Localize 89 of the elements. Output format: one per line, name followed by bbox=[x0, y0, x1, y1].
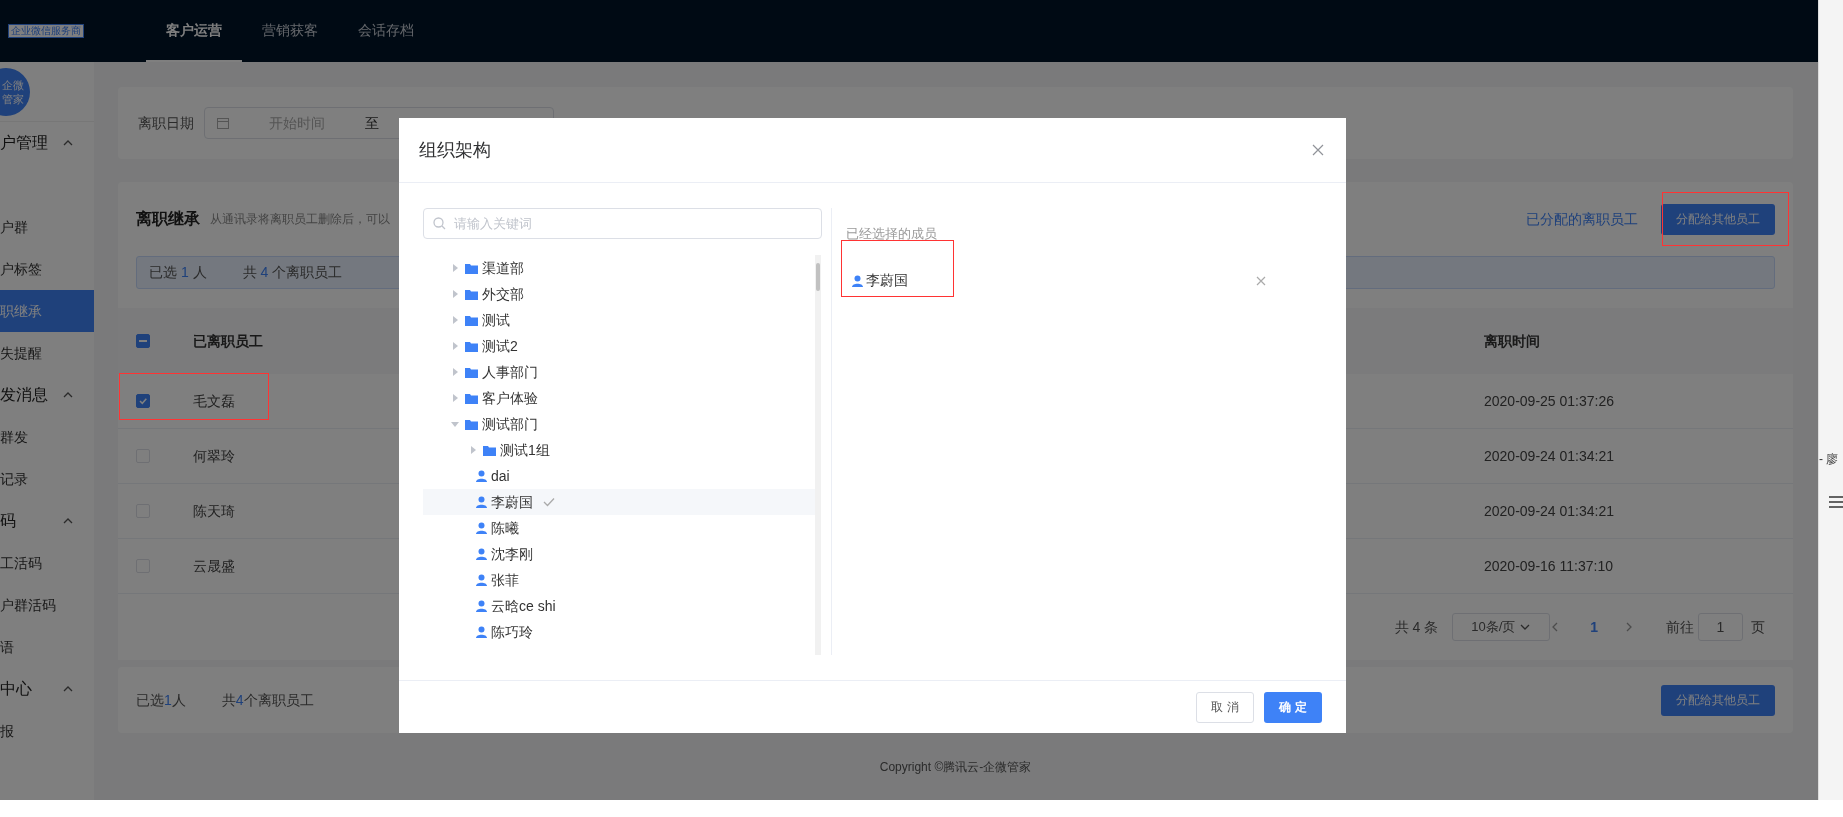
cancel-button[interactable]: 取 消 bbox=[1196, 691, 1254, 723]
group-label: 户管理 bbox=[0, 133, 48, 153]
tree-item[interactable]: 沈李刚 bbox=[423, 541, 815, 567]
tree-item-label: dai bbox=[491, 466, 510, 486]
logo-badge: 企业微信服务商 bbox=[8, 24, 84, 38]
tree-item-label: 测试 bbox=[482, 310, 510, 330]
tree-item[interactable]: 测试部门 bbox=[423, 411, 815, 437]
table-cell-text: 2020-09-24 01:34:21 bbox=[1484, 446, 1614, 466]
table-cell: 陈天琦 bbox=[193, 502, 235, 519]
tree-item[interactable]: 测试2 bbox=[423, 333, 815, 359]
tree-item[interactable]: 人事部门 bbox=[423, 359, 815, 385]
group-label: 中心 bbox=[0, 679, 32, 699]
nav-tab[interactable]: 营销获客 bbox=[242, 0, 338, 62]
selected-count-text: 已选 1 人 bbox=[149, 263, 207, 282]
page-size-value: 10条/页 bbox=[1471, 618, 1516, 637]
tree-item[interactable]: 测试1组 bbox=[423, 437, 815, 463]
filter-label: 离职日期 bbox=[138, 113, 194, 133]
table-cell: 何翠玲 bbox=[193, 447, 235, 464]
sidebar-item[interactable]: 报 bbox=[0, 710, 94, 752]
range-separator: 至 bbox=[365, 113, 379, 133]
side-window-text: - 廖 bbox=[1819, 451, 1840, 468]
table-cell: 毛文磊 bbox=[193, 392, 235, 409]
tree-item-label: 渠道部 bbox=[482, 258, 524, 278]
tree-item[interactable]: 渠道部 bbox=[423, 255, 815, 281]
tree-item-label: 云晗ce shi bbox=[491, 596, 556, 616]
page-number[interactable]: 1 bbox=[1590, 616, 1598, 638]
assign-button[interactable]: 分配给其他员工 bbox=[1661, 203, 1775, 235]
goto-label: 前往 bbox=[1666, 617, 1694, 637]
sidebar-item[interactable]: 户标签 bbox=[0, 248, 94, 290]
tree-item[interactable]: 陈曦 bbox=[423, 515, 815, 541]
confirm-button[interactable]: 确 定 bbox=[1264, 691, 1322, 723]
section-title: 离职继承 bbox=[136, 209, 200, 229]
nav-tab[interactable]: 会话存档 bbox=[338, 0, 434, 62]
selected-heading: 已经选择的成员 bbox=[846, 225, 938, 243]
assign-button[interactable]: 分配给其他员工 bbox=[1661, 684, 1775, 716]
sidebar-item[interactable]: 职继承 bbox=[0, 290, 94, 332]
tree-item-label: 客户体验 bbox=[482, 388, 538, 408]
selected-count-text: 已选1人 bbox=[136, 690, 186, 710]
table-cell-text: 2020-09-24 01:34:21 bbox=[1484, 501, 1614, 521]
group-label: 发消息 bbox=[0, 385, 48, 405]
copyright-text: Copyright ©腾讯云-企微管家 bbox=[879, 758, 1032, 776]
sidebar-group[interactable]: 户管理 bbox=[0, 122, 94, 164]
sidebar-item[interactable]: 失提醒 bbox=[0, 332, 94, 374]
sidebar-item[interactable]: 群发 bbox=[0, 416, 94, 458]
assigned-link[interactable]: 已分配的离职员工 bbox=[1526, 208, 1638, 230]
sidebar-item[interactable]: 记录 bbox=[0, 458, 94, 500]
tree-item-label: 测试2 bbox=[482, 336, 518, 356]
total-text: 共 4 条 bbox=[1394, 617, 1439, 637]
total-count-text: 共 4 个离职员工 bbox=[242, 263, 343, 282]
sidebar-item[interactable]: 工活码 bbox=[0, 542, 94, 584]
sidebar-group[interactable]: 发消息 bbox=[0, 374, 94, 416]
tree-item-label: 李蔚国 bbox=[491, 492, 533, 512]
goto-suffix: 页 bbox=[1751, 617, 1765, 637]
group-label: 码 bbox=[0, 511, 16, 531]
tree-item[interactable]: 张菲 bbox=[423, 567, 815, 593]
dialog-title: 组织架构 bbox=[419, 138, 491, 162]
table-cell-text: 2020-09-16 11:37:10 bbox=[1484, 556, 1613, 576]
sidebar-group[interactable]: 码 bbox=[0, 500, 94, 542]
sidebar-item[interactable]: 户群活码 bbox=[0, 584, 94, 626]
tree-item[interactable]: 云晗ce shi bbox=[423, 593, 815, 619]
sidebar-item[interactable]: 户群 bbox=[0, 206, 94, 248]
goto-page-field[interactable]: 1 bbox=[1698, 613, 1743, 641]
page-size-select[interactable]: 10条/页 bbox=[1452, 613, 1551, 641]
total-count-text: 共4个离职员工 bbox=[221, 690, 314, 710]
table-cell-text: 2020-09-25 01:37:26 bbox=[1484, 391, 1614, 411]
tree-item-label: 张菲 bbox=[491, 570, 519, 590]
tree-item[interactable]: 陈巧玲 bbox=[423, 619, 815, 645]
tree-item[interactable]: dai bbox=[423, 463, 815, 489]
tree-item[interactable]: 客户体验 bbox=[423, 385, 815, 411]
tree-item[interactable]: 测试 bbox=[423, 307, 815, 333]
tree-item-label: 陈曦 bbox=[491, 518, 519, 538]
tree-item-label: 沈李刚 bbox=[491, 544, 533, 564]
selected-member: 李蔚国 bbox=[866, 271, 908, 290]
column-header: 已离职员工 bbox=[193, 332, 263, 349]
avatar-text: 企微 bbox=[2, 77, 24, 92]
sidebar-item[interactable]: 语 bbox=[0, 626, 94, 668]
tree-item[interactable]: 李蔚国 bbox=[423, 489, 815, 515]
tree-item-label: 测试1组 bbox=[500, 440, 550, 460]
tree-item[interactable]: 外交部 bbox=[423, 281, 815, 307]
table-cell: 云晟盛 bbox=[193, 557, 235, 574]
tree-item-label: 外交部 bbox=[482, 284, 524, 304]
tree-item-label: 测试部门 bbox=[482, 414, 538, 434]
nav-tab[interactable]: 客户运营 bbox=[146, 0, 242, 62]
sidebar-group[interactable]: 中心 bbox=[0, 668, 94, 710]
tree-item-label: 人事部门 bbox=[482, 362, 538, 382]
avatar-text: 管家 bbox=[2, 91, 24, 106]
search-field[interactable]: 请输入关键词 bbox=[423, 208, 822, 239]
column-header: 离职时间 bbox=[1484, 331, 1540, 351]
tree-item-label: 陈巧玲 bbox=[491, 622, 533, 642]
